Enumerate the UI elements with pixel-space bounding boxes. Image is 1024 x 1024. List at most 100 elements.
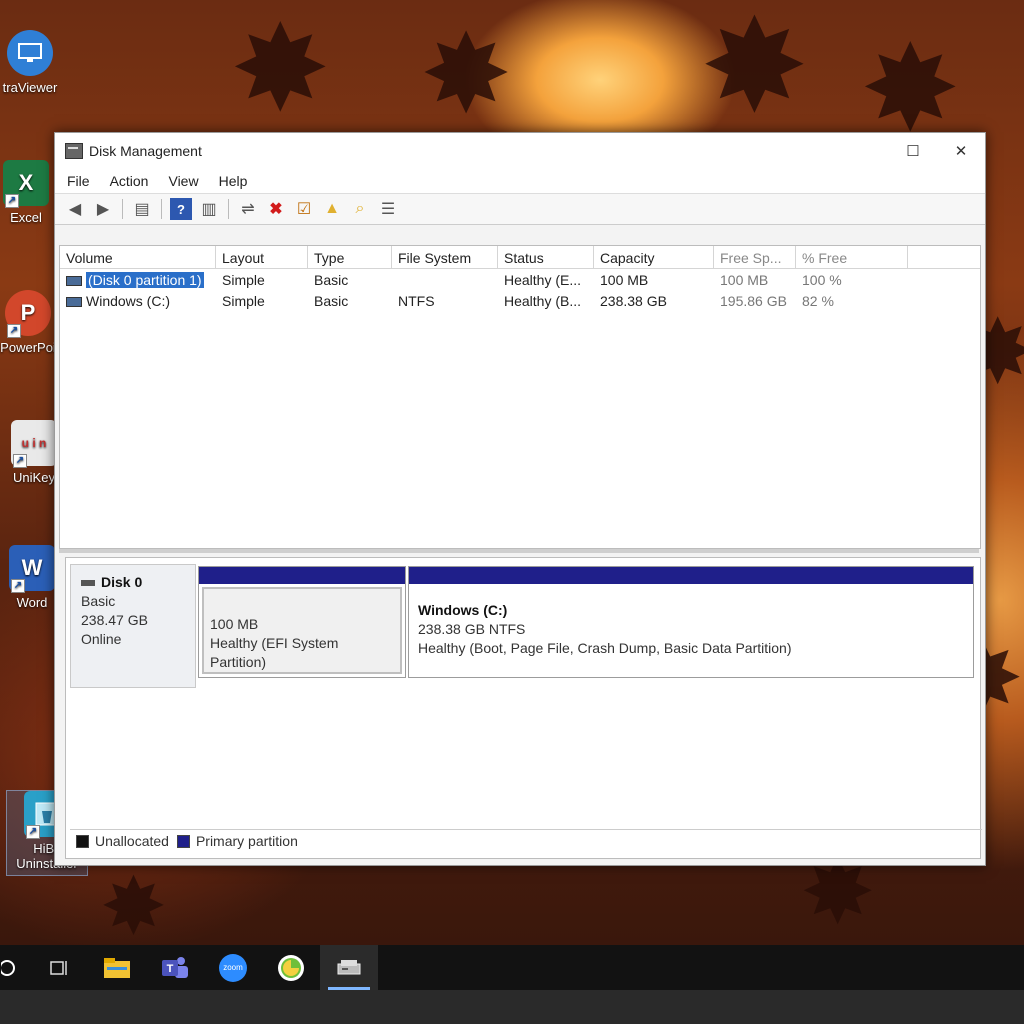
- menu-help[interactable]: Help: [219, 173, 248, 189]
- partition-name: Windows (C:): [418, 602, 508, 618]
- menu-file[interactable]: File: [67, 173, 90, 189]
- free-space-cell: 195.86 GB: [720, 292, 787, 309]
- partition-status: Healthy (EFI System Partition): [210, 635, 339, 670]
- disk-size: 238.47 GB: [81, 612, 148, 628]
- toolbar-separator: [161, 199, 162, 219]
- shortcut-arrow-icon: ↗: [13, 454, 27, 468]
- status-cell: Healthy (E...: [504, 271, 582, 288]
- shortcut-arrow-icon: ↗: [5, 194, 19, 208]
- title-bar[interactable]: Disk Management ☐ ✕: [55, 133, 985, 169]
- column-layout[interactable]: Layout: [216, 246, 308, 268]
- powerpoint-icon: P ↗: [5, 290, 51, 338]
- partition-windows-c[interactable]: Windows (C:) 238.38 GB NTFS Healthy (Boo…: [408, 566, 974, 678]
- disk-name: Disk 0: [101, 574, 143, 590]
- desktop-icon-label: traViewer: [2, 80, 58, 95]
- partition-status: Healthy (Boot, Page File, Crash Dump, Ba…: [418, 640, 792, 656]
- close-button[interactable]: ✕: [937, 133, 985, 169]
- file-explorer-icon[interactable]: [88, 945, 146, 990]
- word-icon: W ↗: [9, 545, 55, 593]
- column-status[interactable]: Status: [498, 246, 594, 268]
- column-capacity[interactable]: Capacity: [594, 246, 714, 268]
- back-arrow-icon[interactable]: ◀: [64, 198, 86, 220]
- show-action-pane-icon[interactable]: ▥: [198, 198, 220, 220]
- column-free-space[interactable]: Free Sp...: [714, 246, 796, 268]
- zoom-icon[interactable]: zoom: [204, 945, 262, 990]
- menu-view[interactable]: View: [168, 173, 198, 189]
- percent-free-cell: 100 %: [802, 271, 842, 288]
- disk-graphical-view: Disk 0 Basic 238.47 GB Online 100 MB Hea…: [65, 557, 982, 859]
- layout-cell: Simple: [222, 271, 265, 288]
- maximize-button[interactable]: ☐: [889, 133, 937, 169]
- toolbar-separator: [228, 199, 229, 219]
- legend-swatch: [176, 834, 190, 848]
- free-space-cell: 100 MB: [720, 271, 769, 288]
- properties-icon[interactable]: ☑: [293, 198, 315, 220]
- legend-swatch: [76, 834, 89, 848]
- ultraviewer-monitor-icon: [7, 30, 53, 76]
- delete-icon[interactable]: ✖: [265, 198, 287, 220]
- capacity-cell: 238.38 GB: [600, 292, 667, 309]
- pane-splitter[interactable]: [59, 549, 979, 553]
- disk-legend: Unallocated Primary partition: [70, 829, 982, 852]
- shortcut-arrow-icon: ↗: [26, 825, 40, 839]
- volume-list-header: Volume Layout Type File System Status Ca…: [60, 246, 980, 269]
- table-row[interactable]: Windows (C:) Simple Basic NTFS Healthy (…: [60, 290, 980, 311]
- help-icon[interactable]: ?: [170, 198, 192, 220]
- partition-details: 100 MB Healthy (EFI System Partition): [202, 587, 402, 674]
- volume-cell: Windows (C:): [60, 293, 216, 309]
- svg-text:T: T: [167, 963, 174, 975]
- greenshot-icon[interactable]: [262, 945, 320, 990]
- taskbar: T zoom: [0, 945, 1024, 990]
- legend-unallocated: Unallocated: [76, 833, 169, 849]
- table-row[interactable]: (Disk 0 partition 1) Simple Basic Health…: [60, 269, 980, 290]
- volume-icon: [66, 275, 82, 286]
- type-cell: Basic: [314, 292, 349, 309]
- capacity-cell: 100 MB: [600, 271, 649, 288]
- monitor-bezel: [0, 990, 1024, 1024]
- layout-cell: Simple: [222, 292, 265, 309]
- toolbar: ◀ ▶ ▤ ? ▥ ⇌ ✖ ☑ ▲ ⌕ ☰: [55, 193, 985, 225]
- shortcut-arrow-icon: ↗: [11, 579, 25, 593]
- disk-management-icon[interactable]: [320, 945, 378, 990]
- folder-search-icon[interactable]: ⌕: [349, 198, 371, 220]
- volume-cell: (Disk 0 partition 1): [60, 271, 216, 288]
- volume-list: Volume Layout Type File System Status Ca…: [59, 245, 981, 549]
- menu-action[interactable]: Action: [110, 173, 149, 189]
- teams-icon[interactable]: T: [146, 945, 204, 990]
- menu-bar: File Action View Help: [55, 169, 985, 193]
- percent-free-cell: 82 %: [802, 292, 834, 309]
- desktop-icon-ultraviewer[interactable]: traViewer: [0, 30, 70, 95]
- disk-0-label[interactable]: Disk 0 Basic 238.47 GB Online: [70, 564, 196, 688]
- disk-kind: Basic: [81, 593, 116, 609]
- unikey-icon: u i n ↗: [11, 420, 57, 468]
- column-type[interactable]: Type: [308, 246, 392, 268]
- toolbar-separator: [122, 199, 123, 219]
- disk-management-window: Disk Management ☐ ✕ File Action View Hel…: [54, 132, 986, 866]
- column-file-system[interactable]: File System: [392, 246, 498, 268]
- shortcut-arrow-icon: ↗: [7, 324, 21, 338]
- partition-efi[interactable]: 100 MB Healthy (EFI System Partition): [198, 566, 406, 678]
- list-view-icon[interactable]: ☰: [377, 198, 399, 220]
- partition-size: 100 MB: [210, 616, 259, 632]
- connect-icon[interactable]: ⇌: [237, 198, 259, 220]
- console-tree-icon[interactable]: ▤: [131, 198, 153, 220]
- start-circle-icon[interactable]: [0, 945, 20, 990]
- disk-state: Online: [81, 631, 122, 647]
- column-volume[interactable]: Volume: [60, 246, 216, 268]
- type-cell: Basic: [314, 271, 349, 288]
- folder-up-icon[interactable]: ▲: [321, 198, 343, 220]
- task-view-icon[interactable]: [30, 945, 88, 990]
- file-system-cell: NTFS: [398, 292, 435, 309]
- disk-icon: [81, 580, 95, 587]
- legend-primary-partition: Primary partition: [176, 833, 298, 849]
- window-title: Disk Management: [89, 143, 202, 159]
- minimize-button[interactable]: [841, 133, 889, 169]
- volume-icon: [66, 296, 82, 307]
- primary-partition-bar: [199, 567, 405, 584]
- status-cell: Healthy (B...: [504, 292, 582, 309]
- primary-partition-bar: [409, 567, 973, 584]
- forward-arrow-icon[interactable]: ▶: [92, 198, 114, 220]
- column-percent-free[interactable]: % Free: [796, 246, 908, 268]
- partition-size: 238.38 GB NTFS: [418, 621, 526, 637]
- partition-details: Windows (C:) 238.38 GB NTFS Healthy (Boo…: [412, 587, 970, 674]
